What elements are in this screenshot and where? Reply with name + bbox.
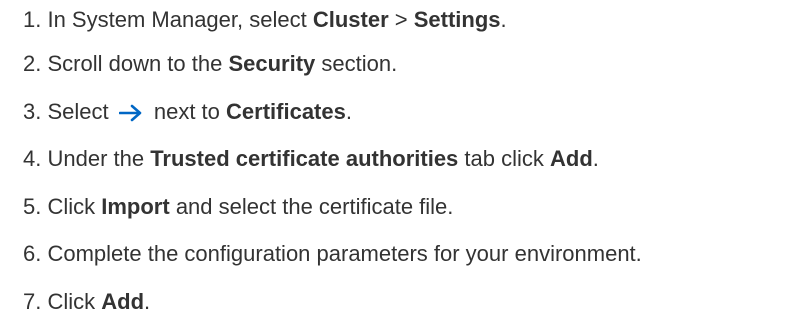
step-text: . (592, 146, 599, 171)
step-text: Scroll down to the (41, 51, 229, 76)
step-text: tab click (458, 146, 550, 171)
step-2: 2. Scroll down to the Security section. (0, 40, 803, 88)
step-6: 6. Complete the configuration parameters… (0, 230, 803, 278)
ui-term-cluster: Cluster (312, 7, 389, 32)
ui-term-add: Add (101, 288, 145, 314)
step-number: 1. (23, 7, 42, 32)
step-4: 4. Under the Trusted certificate authori… (0, 135, 803, 183)
step-text: and select the certificate file. (169, 193, 454, 219)
ui-term-certificates: Certificates (226, 98, 346, 124)
step-number: 2. (23, 51, 42, 76)
step-text: . (500, 7, 507, 32)
step-number: 4. (23, 146, 42, 171)
step-text: next to (147, 98, 227, 124)
ui-term-import: Import (101, 193, 170, 219)
step-number: 5. (23, 193, 42, 219)
arrow-right-icon (118, 102, 143, 122)
step-text: . (345, 98, 352, 124)
step-text: Click (41, 193, 102, 219)
step-number: 7. (23, 288, 42, 314)
step-7: 7. Click Add. (0, 278, 803, 326)
step-number: 3. (23, 98, 42, 124)
step-text: In System Manager, select (41, 7, 313, 32)
step-5: 5. Click Import and select the certifica… (0, 183, 803, 231)
step-text: Click (41, 288, 102, 314)
step-1: 1. In System Manager, select Cluster > S… (0, 0, 803, 40)
ui-term-trusted-certificate-authorities: Trusted certificate authorities (150, 146, 459, 171)
ui-term-settings: Settings (413, 7, 501, 32)
step-text: section. (315, 51, 398, 76)
step-3: 3. Select next to Certificates. (0, 88, 803, 136)
step-text: Complete the configuration parameters fo… (41, 241, 642, 266)
step-text: Under the (41, 146, 151, 171)
step-text: > (388, 7, 414, 32)
instruction-steps-list: 1. In System Manager, select Cluster > S… (0, 0, 803, 325)
step-text: Select (41, 98, 115, 124)
ui-term-add: Add (550, 146, 593, 171)
step-number: 6. (23, 241, 42, 266)
step-text: . (144, 288, 151, 314)
ui-term-security: Security (228, 51, 316, 76)
